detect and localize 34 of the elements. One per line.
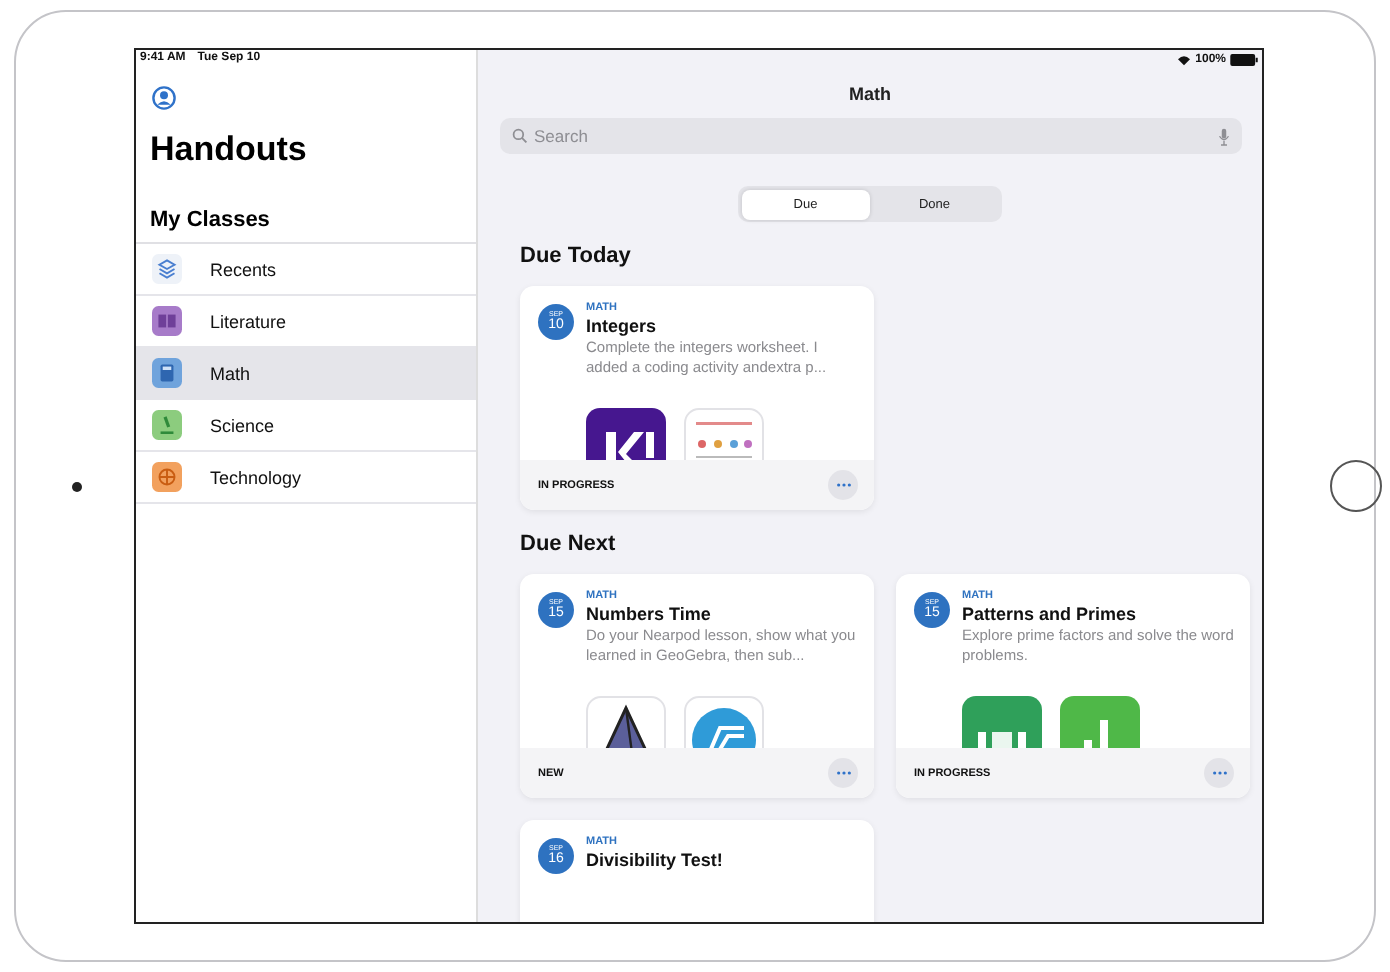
profile-icon[interactable] [152,86,176,110]
class-list-item[interactable]: Math [136,348,476,400]
class-list-item[interactable]: Technology [136,452,476,504]
search-input[interactable]: Search [534,126,1212,146]
app-thumbnail[interactable] [586,408,666,460]
page-title: Math [847,84,893,104]
more-button[interactable] [828,470,858,500]
sidebar-title: Handouts [150,130,309,170]
section-heading: My Classes [150,208,272,232]
microphone-icon[interactable] [1218,127,1230,145]
app-thumbnail[interactable] [586,696,666,748]
wifi-icon [1175,54,1192,66]
card-title: Divisibility Test! [586,850,723,870]
home-button[interactable] [1330,460,1382,512]
more-icon [835,482,851,488]
more-button[interactable] [828,758,858,788]
card-title: Numbers Time [586,604,713,624]
more-icon [1211,770,1227,776]
class-list-item[interactable]: Recents [136,244,476,296]
more-button[interactable] [1204,758,1234,788]
search-field[interactable]: Search [500,118,1242,154]
card-title: Integers [586,316,659,336]
more-icon [835,770,851,776]
class-list-item[interactable]: Science [136,400,476,452]
app-thumbnail[interactable] [962,696,1042,748]
search-icon [512,128,528,144]
battery-icon [1230,54,1258,66]
section-heading: Due Next [520,532,618,556]
camera-dot [72,481,82,491]
app-thumbnail[interactable] [1060,696,1140,748]
app-thumbnail[interactable] [684,408,764,460]
section-heading: Due Today [520,244,633,268]
card-title: Patterns and Primes [962,604,1139,624]
app-thumbnail[interactable] [684,696,764,748]
